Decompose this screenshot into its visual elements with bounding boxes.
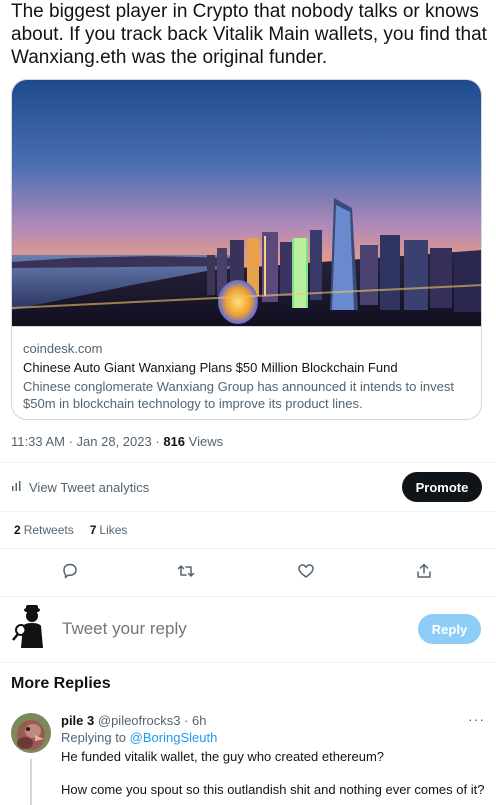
retweets-count: 2 <box>14 523 21 537</box>
divider <box>0 511 496 512</box>
retweets-label: Retweets <box>23 523 74 537</box>
divider <box>0 596 496 597</box>
reply-icon <box>61 562 79 585</box>
divider <box>0 462 496 463</box>
heart-icon <box>297 562 315 585</box>
views-count: 816 <box>163 434 186 449</box>
reply-input[interactable] <box>62 618 362 640</box>
retweets-stat[interactable]: 2 Retweets <box>14 522 74 538</box>
reply-time[interactable]: 6h <box>192 713 206 728</box>
likes-label: Likes <box>99 523 128 537</box>
more-options-icon[interactable]: ··· <box>468 711 485 727</box>
more-replies-heading: More Replies <box>11 675 111 692</box>
tweet-stats: 2 Retweets 7 Likes <box>14 522 127 538</box>
reply-text-line: He funded vitalik wallet, the guy who cr… <box>61 749 385 764</box>
like-button[interactable] <box>295 562 317 584</box>
reply-submit-button[interactable]: Reply <box>418 614 481 644</box>
reply-author-name[interactable]: pile 3 <box>61 713 94 728</box>
avatar[interactable] <box>11 713 51 753</box>
reply-button[interactable] <box>59 562 81 584</box>
replying-to: Replying to @BoringSleuth <box>61 730 217 746</box>
retweet-icon <box>177 562 195 585</box>
likes-count: 7 <box>89 523 97 537</box>
views-label: Views <box>188 434 224 449</box>
link-card[interactable]: coindesk.com Chinese Auto Giant Wanxiang… <box>11 79 482 420</box>
reply-header: pile 3 @pileofrocks3 · 6h <box>61 713 207 729</box>
retweet-button[interactable] <box>175 562 197 584</box>
view-analytics-link[interactable]: View Tweet analytics <box>11 479 149 496</box>
action-bar <box>0 562 496 584</box>
bar-chart-icon <box>11 479 23 496</box>
reply-text-line: How come you spout so this outlandish sh… <box>61 782 485 797</box>
card-info[interactable]: coindesk.com Chinese Auto Giant Wanxiang… <box>12 326 481 419</box>
avatar[interactable] <box>11 604 51 648</box>
replying-prefix: Replying to <box>61 730 127 745</box>
reply-author-handle[interactable]: @pileofrocks3 <box>98 713 181 728</box>
card-title[interactable]: Chinese Auto Giant Wanxiang Plans $50 Mi… <box>23 359 472 377</box>
share-button[interactable] <box>413 562 435 584</box>
card-description: Chinese conglomerate Wanxiang Group has … <box>23 379 454 411</box>
reply-separator: · <box>184 713 189 728</box>
tweet-text: The biggest player in Crypto that nobody… <box>11 1 487 68</box>
promote-button[interactable]: Promote <box>402 472 482 502</box>
card-image[interactable] <box>12 80 481 326</box>
share-icon <box>415 562 433 585</box>
analytics-label: View Tweet analytics <box>29 480 150 495</box>
tweet-date[interactable]: Jan 28, 2023 <box>77 434 152 449</box>
tweet-meta: 11:33 AM · Jan 28, 2023 · 816 Views <box>11 433 223 450</box>
divider <box>0 662 496 663</box>
tweet-time[interactable]: 11:33 AM <box>11 434 65 449</box>
replying-handle-link[interactable]: @BoringSleuth <box>130 730 218 745</box>
meta-separator: · <box>68 434 77 449</box>
likes-stat[interactable]: 7 Likes <box>90 522 128 538</box>
card-domain: coindesk.com <box>23 341 103 356</box>
reply-tweet[interactable]: pile 3 @pileofrocks3 · 6h ··· Replying t… <box>0 707 496 805</box>
divider <box>0 548 496 549</box>
thread-line <box>30 759 32 805</box>
reply-composer: Reply <box>0 604 496 656</box>
